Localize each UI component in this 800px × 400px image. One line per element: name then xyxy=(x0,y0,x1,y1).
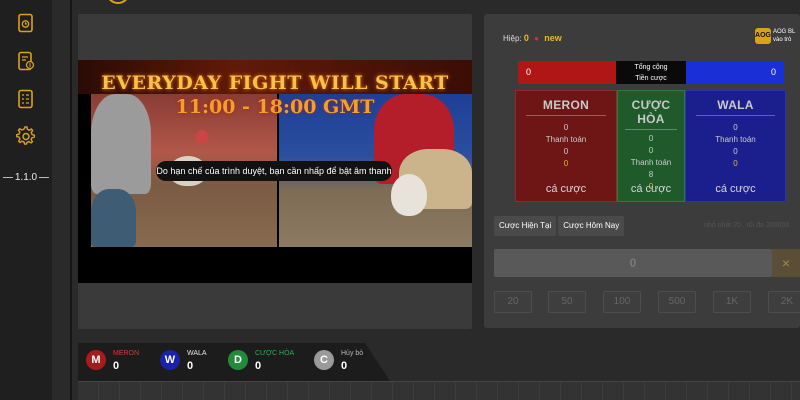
bet-wala-payout: 0 xyxy=(733,147,738,156)
bet-meron-mine: 0 xyxy=(563,159,569,168)
brand-text-line1: AOG BL xyxy=(773,29,796,35)
bet-wala-title: WALA xyxy=(717,98,754,112)
sidebar: 1.1.0 xyxy=(0,0,52,400)
total-meron: 0 xyxy=(518,61,616,84)
brand-text-line2: vào trò xyxy=(773,37,792,43)
bet-history-tabs: Cược Hiện Tại Cược Hôm Nay xyxy=(494,216,626,236)
total-label: Tổng cộng Tiền cược xyxy=(616,61,686,84)
stat-draw-value: 0 xyxy=(255,360,262,372)
stat-cancel-value: 0 xyxy=(341,360,348,372)
round-label: Hiệp: xyxy=(503,34,522,43)
divider xyxy=(624,129,678,130)
bet-box-draw[interactable]: CƯỢC HÒA 0 0 Thanh toán 8 0 cá cược xyxy=(617,90,685,202)
total-wala-value: 0 xyxy=(770,67,776,77)
bet-box-wala[interactable]: WALA 0 Thanh toán 0 0 cá cược xyxy=(685,90,786,202)
chip-50[interactable]: 50 xyxy=(548,291,586,313)
bet-draw-title: CƯỢC HÒA xyxy=(631,98,671,126)
results-road-grid xyxy=(78,381,800,400)
live-video[interactable]: EVERYDAY FIGHT WILL START 11:00 - 18:00 … xyxy=(78,60,472,283)
round-info: Hiệp: 0 ● new xyxy=(503,33,562,43)
stat-cancel-label: Hủy bỏ xyxy=(341,350,364,357)
bet-meron-title: MERON xyxy=(542,98,590,112)
divider xyxy=(695,115,776,116)
bet-meron-total: 0 xyxy=(563,123,569,132)
stat-meron-badge: M xyxy=(86,350,106,370)
brand-logo: AOG xyxy=(755,28,771,44)
bet-draw-payout: 8 xyxy=(648,170,654,179)
chip-1k[interactable]: 1K xyxy=(713,291,751,313)
clear-amount-button[interactable]: × xyxy=(772,249,800,277)
stat-meron-value: 0 xyxy=(113,360,120,372)
stat-cancel-badge: C xyxy=(314,350,334,370)
gear-icon xyxy=(16,126,36,145)
sidebar-divider xyxy=(70,0,72,400)
sidebar-item-transactions[interactable] xyxy=(15,50,37,72)
bet-wala-payout-label: Thanh toán xyxy=(715,135,756,144)
stat-meron-label: MERON xyxy=(113,350,140,357)
brand-banner[interactable]: AOG AOG BL vào trò xyxy=(755,27,800,47)
sidebar-item-report[interactable] xyxy=(15,88,37,110)
stat-wala-value: 0 xyxy=(187,360,194,372)
round-status: new xyxy=(544,33,562,43)
total-meron-value: 0 xyxy=(526,67,532,77)
total-label-line1: Tổng cộng xyxy=(634,64,668,71)
sound-notice-toast[interactable]: Do hạn chế của trình duyệt, bạn cần nhấp… xyxy=(156,161,392,181)
rooster-left-comb xyxy=(196,130,208,144)
stat-wala-label: WALA xyxy=(187,350,207,357)
stat-draw-badge: D xyxy=(228,350,248,370)
divider xyxy=(526,115,606,116)
history-document-icon xyxy=(18,13,33,33)
chip-500[interactable]: 500 xyxy=(658,291,696,313)
brand-text: AOG BL vào trò xyxy=(773,28,795,44)
handler-left-legs xyxy=(91,189,136,247)
chip-2k[interactable]: 2K xyxy=(768,291,800,313)
banner-title: EVERYDAY FIGHT WILL START xyxy=(101,72,449,94)
chip-20[interactable]: 20 xyxy=(494,291,532,313)
rooster-right xyxy=(391,174,427,216)
total-bets-bar: 0 Tổng cộng Tiền cược 0 xyxy=(518,61,784,84)
app-root: 1.1.0 EVERYDAY FIGHT WILL START 11:00 - … xyxy=(0,0,800,400)
bet-box-meron[interactable]: MERON 0 Thanh toán 0 0 cá cược xyxy=(515,90,617,202)
round-number: 0 xyxy=(523,33,529,43)
sidebar-item-settings[interactable] xyxy=(15,125,37,147)
total-label-line2: Tiền cược xyxy=(635,75,667,82)
tab-current-bets[interactable]: Cược Hiện Tại xyxy=(494,216,557,236)
tab-today-bets[interactable]: Cược Hôm Nay xyxy=(558,216,625,236)
bet-meron-payout: 0 xyxy=(563,147,569,156)
bet-draw-button[interactable]: cá cược xyxy=(618,183,684,195)
version-label: 1.1.0 xyxy=(0,172,52,183)
chip-100[interactable]: 100 xyxy=(603,291,641,313)
total-wala: 0 xyxy=(686,61,784,84)
bet-limit-hint: nhỏ nhất 20 , tối đa 200000 xyxy=(704,222,790,229)
round-status-dot: ● xyxy=(534,34,540,43)
bet-wala-total: 0 xyxy=(733,123,738,132)
stat-draw-label: CƯỢC HÒA xyxy=(255,350,295,357)
bet-draw-total-1: 0 xyxy=(648,134,654,143)
report-list-icon xyxy=(18,89,33,109)
money-document-icon xyxy=(18,51,35,71)
top-logo-icon xyxy=(106,0,130,4)
banner-schedule: 11:00 - 18:00 GMT xyxy=(175,96,375,118)
bet-amount-input[interactable]: 0 xyxy=(494,249,772,277)
bet-wala-button[interactable]: cá cược xyxy=(686,183,785,195)
bet-draw-payout-label: Thanh toán xyxy=(630,158,672,167)
bet-wala-mine: 0 xyxy=(733,159,738,168)
stat-wala-badge: W xyxy=(160,350,180,370)
bet-draw-total-2: 0 xyxy=(648,146,654,155)
bet-meron-payout-label: Thanh toán xyxy=(545,135,587,144)
sidebar-item-history[interactable] xyxy=(15,12,37,34)
bet-meron-button[interactable]: cá cược xyxy=(516,183,616,195)
